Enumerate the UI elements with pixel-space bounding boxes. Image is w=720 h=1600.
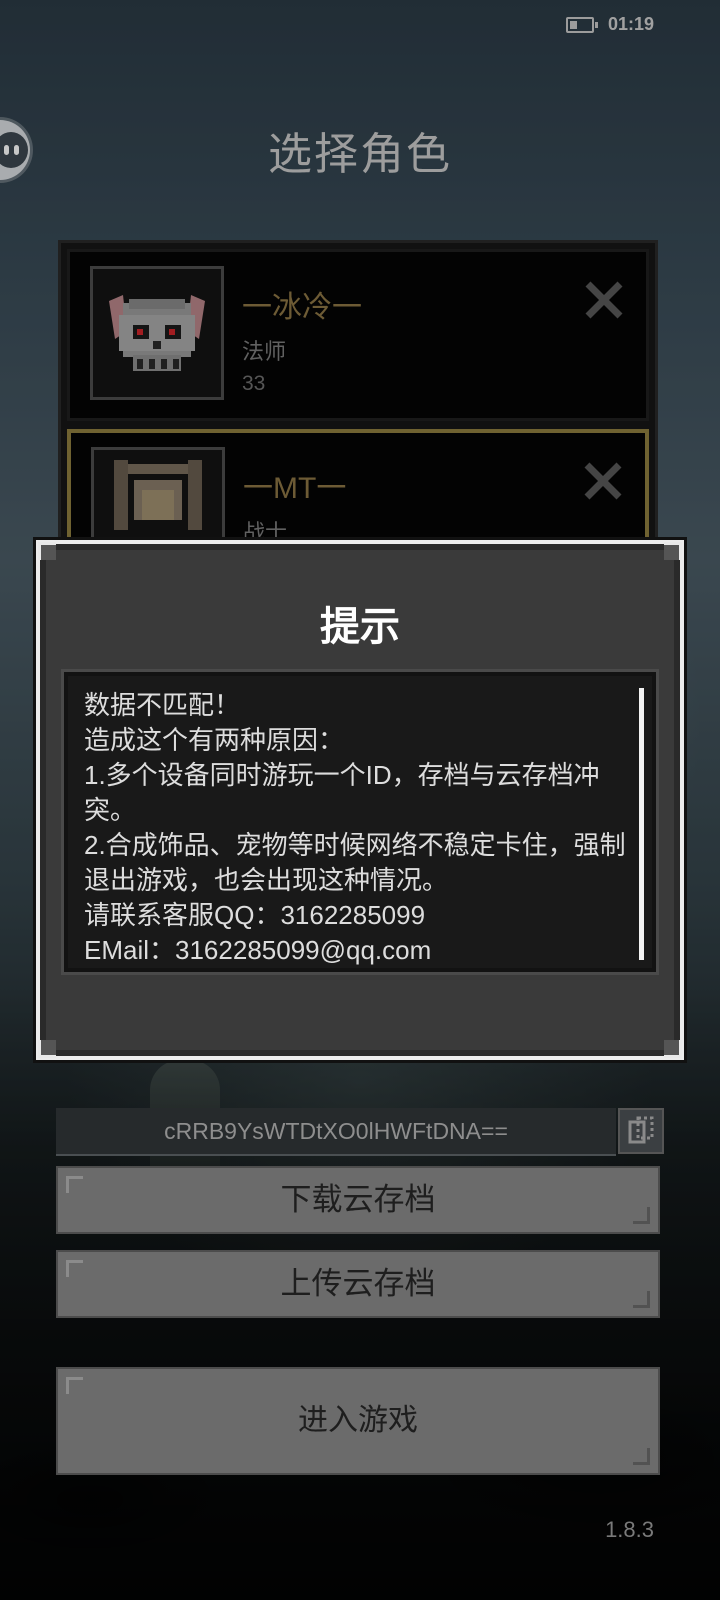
- dialog-corner-ornament: [38, 542, 56, 560]
- dialog-scrollbar[interactable]: [639, 688, 644, 960]
- message-line: 请联系客服QQ：3162285099: [84, 900, 426, 930]
- copy-button[interactable]: [618, 1108, 664, 1154]
- dialog-title: 提示: [320, 605, 400, 649]
- button-corner-mark: [633, 1207, 650, 1224]
- cloud-id-field[interactable]: cRRB9YsWTDtXO0lHWFtDNA==: [56, 1108, 616, 1156]
- version-label: 1.8.3: [605, 1517, 654, 1542]
- button-corner-mark: [66, 1260, 83, 1277]
- dialog-message: 数据不匹配！ 造成这个有两种原因： 1.多个设备同时游玩一个ID，存档与云存档冲…: [84, 688, 636, 968]
- message-line: EMail：3162285099@qq.com: [84, 935, 432, 965]
- enter-game-label: 进入游戏: [298, 1404, 418, 1437]
- enter-game-button[interactable]: 进入游戏: [56, 1367, 660, 1475]
- dialog-message-box[interactable]: 数据不匹配！ 造成这个有两种原因： 1.多个设备同时游玩一个ID，存档与云存档冲…: [64, 672, 656, 972]
- cloud-id-row: cRRB9YsWTDtXO0lHWFtDNA==: [56, 1108, 664, 1156]
- copy-icon: [628, 1116, 654, 1144]
- download-cloud-save-label: 下载云存档: [280, 1182, 436, 1217]
- alert-dialog: 提示 数据不匹配！ 造成这个有两种原因： 1.多个设备同时游玩一个ID，存档与云…: [36, 540, 684, 1060]
- upload-cloud-save-label: 上传云存档: [280, 1266, 436, 1301]
- button-corner-mark: [633, 1448, 650, 1465]
- button-corner-mark: [633, 1291, 650, 1308]
- dialog-corner-ornament: [664, 1040, 682, 1058]
- game-screen: 01:19 选择角色 一冰冷一 法师 33 一MT一 战士 提示 数据不匹配！ …: [0, 0, 720, 1600]
- button-corner-mark: [66, 1377, 83, 1394]
- message-line: 1.多个设备同时游玩一个ID，存档与云存档冲突。: [84, 760, 600, 825]
- download-cloud-save-button[interactable]: 下载云存档: [56, 1166, 660, 1234]
- message-line: 2.合成饰品、宠物等时候网络不稳定卡住，强制退出游戏，也会出现这种情况。: [84, 830, 626, 895]
- message-line: 造成这个有两种原因：: [84, 725, 345, 755]
- button-corner-mark: [66, 1176, 83, 1193]
- dialog-corner-ornament: [664, 542, 682, 560]
- upload-cloud-save-button[interactable]: 上传云存档: [56, 1250, 660, 1318]
- dialog-corner-ornament: [38, 1040, 56, 1058]
- message-line: 数据不匹配！: [84, 690, 241, 720]
